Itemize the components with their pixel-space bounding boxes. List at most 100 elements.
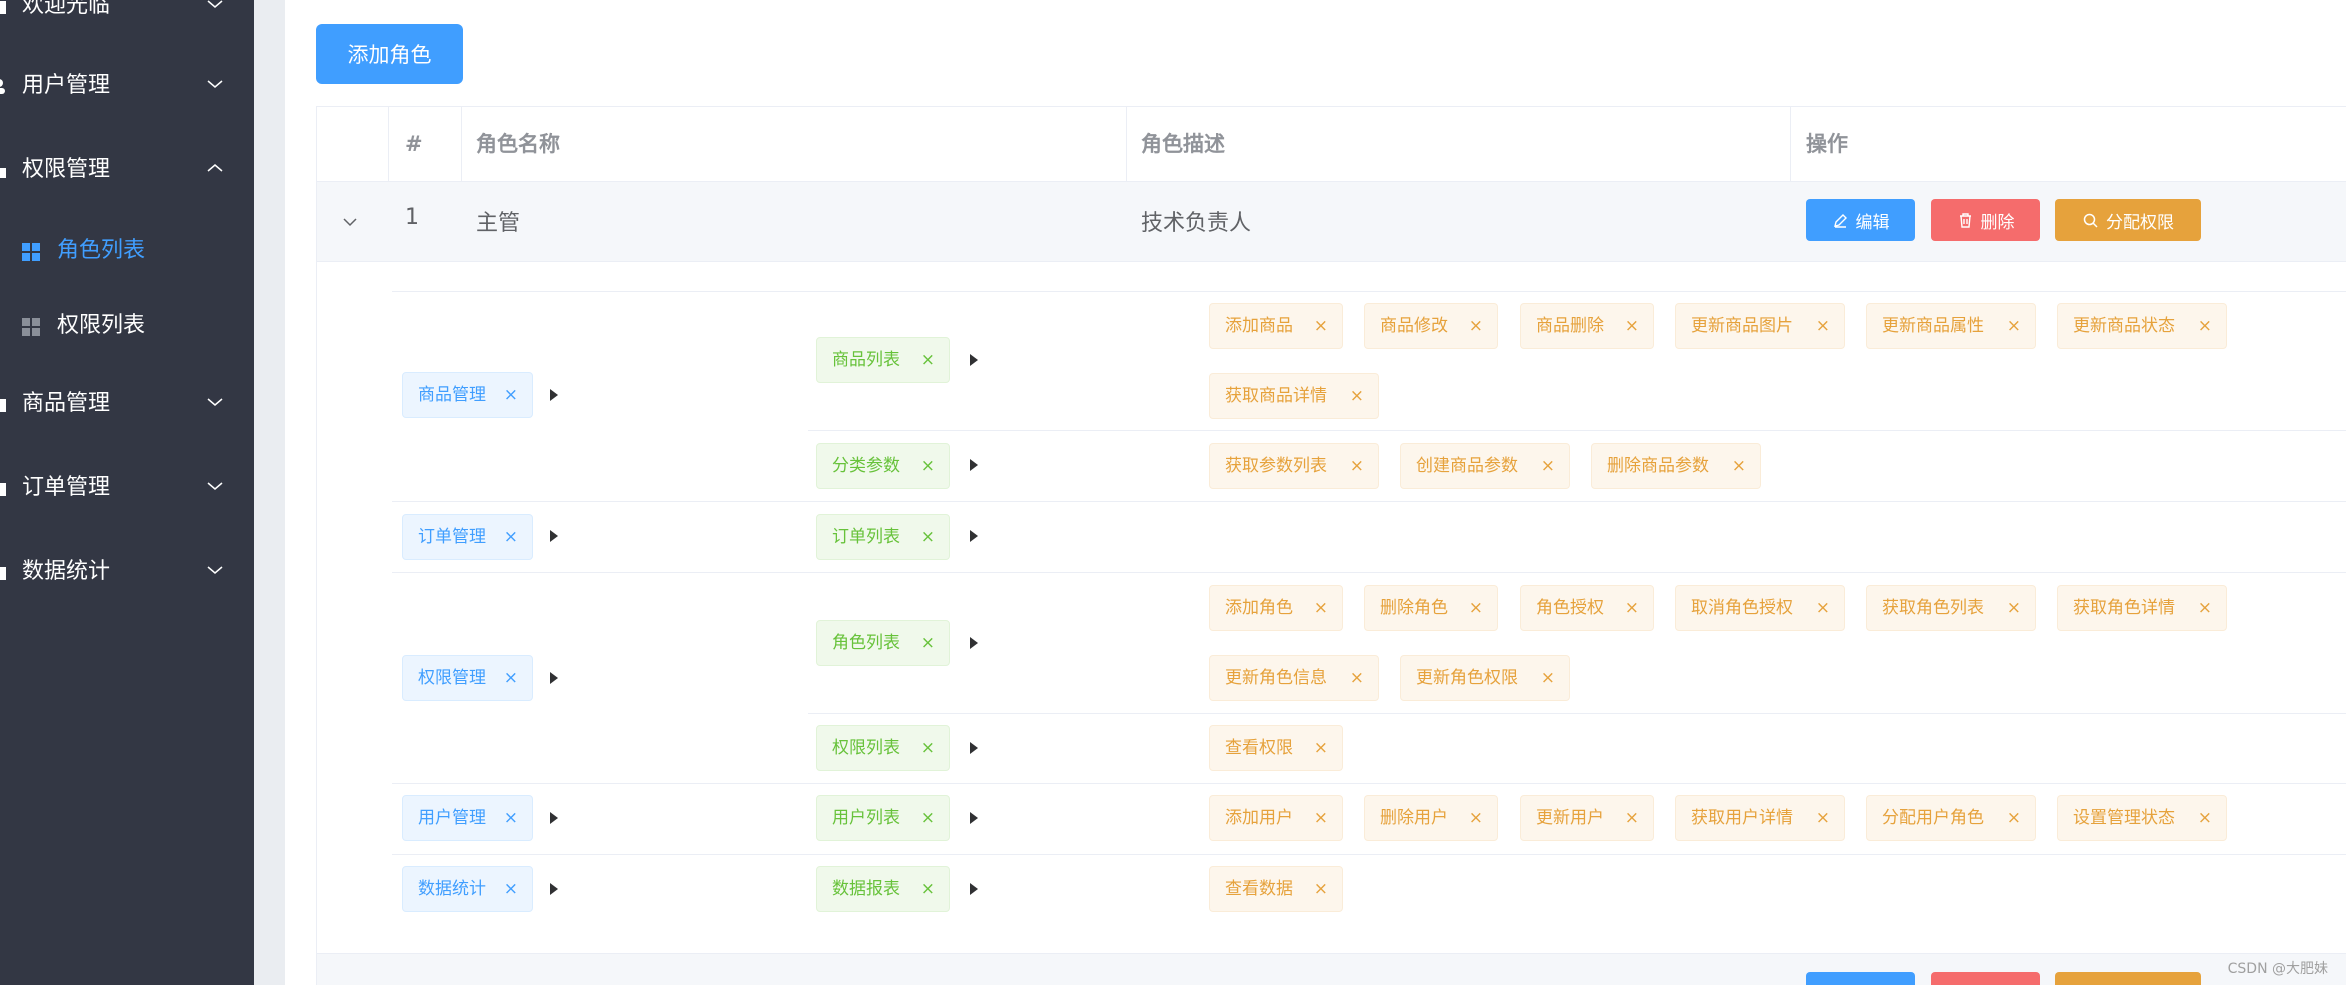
close-icon[interactable]: ×	[1541, 656, 1555, 700]
close-icon[interactable]: ×	[1816, 586, 1830, 630]
level2-tag[interactable]: 角色列表 ×	[816, 620, 950, 666]
level3-tag[interactable]: 更新商品图片 ×	[1675, 303, 1845, 349]
close-icon[interactable]: ×	[1350, 444, 1364, 488]
level3-tag[interactable]: 更新商品属性 ×	[1866, 303, 2036, 349]
level3-tag[interactable]: 更新角色权限 ×	[1400, 655, 1570, 701]
level3-tag[interactable]: 商品修改 ×	[1364, 303, 1498, 349]
level3-tag-label: 设置管理状态	[2073, 808, 2175, 828]
level3-tag[interactable]: 删除角色 ×	[1364, 585, 1498, 631]
close-icon[interactable]: ×	[1469, 304, 1483, 348]
menu-rights[interactable]: 权限管理	[0, 140, 254, 200]
close-icon[interactable]: ×	[1314, 726, 1328, 770]
close-icon[interactable]: ×	[2007, 586, 2021, 630]
close-icon[interactable]: ×	[2007, 796, 2021, 840]
menu-welcome[interactable]: 欢迎光临	[0, 0, 254, 36]
level3-tag[interactable]: 商品删除 ×	[1520, 303, 1654, 349]
close-icon[interactable]: ×	[504, 515, 518, 559]
level2-tag-label: 分类参数	[832, 456, 900, 476]
close-icon[interactable]: ×	[1816, 796, 1830, 840]
level3-tag[interactable]: 取消角色授权 ×	[1675, 585, 1845, 631]
menu-goods[interactable]: 商品管理	[0, 374, 254, 434]
level3-tag[interactable]: 获取商品详情 ×	[1209, 373, 1379, 419]
expand-chevron-icon[interactable]	[342, 215, 358, 229]
level3-tag[interactable]: 查看数据 ×	[1209, 866, 1343, 912]
close-icon[interactable]: ×	[1469, 796, 1483, 840]
level3-tag[interactable]: 获取参数列表 ×	[1209, 443, 1379, 489]
close-icon[interactable]: ×	[2007, 304, 2021, 348]
close-icon[interactable]: ×	[1625, 304, 1639, 348]
close-icon[interactable]: ×	[1625, 586, 1639, 630]
close-icon[interactable]: ×	[1314, 586, 1328, 630]
edit-button[interactable]: 编辑	[1806, 199, 1915, 241]
close-icon[interactable]: ×	[2198, 796, 2212, 840]
close-icon[interactable]: ×	[1541, 444, 1555, 488]
level3-tag[interactable]: 更新用户 ×	[1520, 795, 1654, 841]
level3-tag-label: 更新商品状态	[2073, 316, 2175, 336]
submenu-role-list[interactable]: 角色列表	[0, 221, 254, 281]
caret-right-icon	[550, 672, 558, 684]
level3-tag-label: 获取角色列表	[1882, 598, 1984, 618]
level3-tag[interactable]: 获取用户详情 ×	[1675, 795, 1845, 841]
level3-tag[interactable]: 删除商品参数 ×	[1591, 443, 1761, 489]
level3-tag[interactable]: 添加商品 ×	[1209, 303, 1343, 349]
level2-tag[interactable]: 订单列表 ×	[816, 514, 950, 560]
close-icon[interactable]: ×	[1625, 796, 1639, 840]
level1-tag[interactable]: 用户管理 ×	[402, 795, 533, 841]
submenu-rights-list[interactable]: 权限列表	[0, 296, 254, 356]
level2-tag[interactable]: 分类参数 ×	[816, 443, 950, 489]
menu-reports[interactable]: 数据统计	[0, 542, 254, 602]
level3-tag[interactable]: 更新商品状态 ×	[2057, 303, 2227, 349]
level3-tag-label: 获取商品详情	[1225, 386, 1327, 406]
level1-tag[interactable]: 数据统计 ×	[402, 866, 533, 912]
level3-tag[interactable]: 添加用户 ×	[1209, 795, 1343, 841]
delete-button[interactable]: 删除	[1931, 199, 2040, 241]
level2-tag[interactable]: 数据报表 ×	[816, 866, 950, 912]
level3-tag[interactable]: 获取角色详情 ×	[2057, 585, 2227, 631]
close-icon[interactable]: ×	[1314, 867, 1328, 911]
close-icon[interactable]: ×	[1314, 304, 1328, 348]
close-icon[interactable]: ×	[1314, 796, 1328, 840]
assign-rights-button[interactable]	[2055, 972, 2201, 985]
add-role-button[interactable]: 添加角色	[316, 24, 463, 84]
close-icon[interactable]: ×	[504, 796, 518, 840]
close-icon[interactable]: ×	[1816, 304, 1830, 348]
close-icon[interactable]: ×	[1350, 374, 1364, 418]
close-icon[interactable]: ×	[1350, 656, 1364, 700]
delete-button[interactable]	[1931, 972, 2040, 985]
close-icon[interactable]: ×	[921, 444, 935, 488]
level1-tag[interactable]: 权限管理 ×	[402, 655, 533, 701]
level2-tag[interactable]: 用户列表 ×	[816, 795, 950, 841]
level1-tag-label: 权限管理	[418, 668, 486, 688]
level3-tag[interactable]: 更新角色信息 ×	[1209, 655, 1379, 701]
level3-tag[interactable]: 添加角色 ×	[1209, 585, 1343, 631]
assign-rights-button[interactable]: 分配权限	[2055, 199, 2201, 241]
close-icon[interactable]: ×	[921, 621, 935, 665]
close-icon[interactable]: ×	[921, 867, 935, 911]
close-icon[interactable]: ×	[2198, 586, 2212, 630]
close-icon[interactable]: ×	[1732, 444, 1746, 488]
edit-button[interactable]	[1806, 972, 1915, 985]
close-icon[interactable]: ×	[921, 338, 935, 382]
level3-tag[interactable]: 查看权限 ×	[1209, 725, 1343, 771]
level1-tag[interactable]: 商品管理 ×	[402, 372, 533, 418]
level3-tag[interactable]: 分配用户角色 ×	[1866, 795, 2036, 841]
close-icon[interactable]: ×	[504, 656, 518, 700]
level2-tag[interactable]: 商品列表 ×	[816, 337, 950, 383]
level3-tag[interactable]: 删除用户 ×	[1364, 795, 1498, 841]
close-icon[interactable]: ×	[921, 796, 935, 840]
header-role-desc: 角色描述	[1141, 132, 1225, 156]
menu-orders[interactable]: 订单管理	[0, 458, 254, 518]
level3-tag[interactable]: 获取角色列表 ×	[1866, 585, 2036, 631]
close-icon[interactable]: ×	[1469, 586, 1483, 630]
level3-tag[interactable]: 角色授权 ×	[1520, 585, 1654, 631]
level2-tag[interactable]: 权限列表 ×	[816, 725, 950, 771]
close-icon[interactable]: ×	[921, 726, 935, 770]
close-icon[interactable]: ×	[504, 867, 518, 911]
level1-tag[interactable]: 订单管理 ×	[402, 514, 533, 560]
close-icon[interactable]: ×	[2198, 304, 2212, 348]
close-icon[interactable]: ×	[921, 515, 935, 559]
level3-tag[interactable]: 设置管理状态 ×	[2057, 795, 2227, 841]
menu-users[interactable]: 用户管理	[0, 56, 254, 116]
close-icon[interactable]: ×	[504, 373, 518, 417]
level3-tag[interactable]: 创建商品参数 ×	[1400, 443, 1570, 489]
